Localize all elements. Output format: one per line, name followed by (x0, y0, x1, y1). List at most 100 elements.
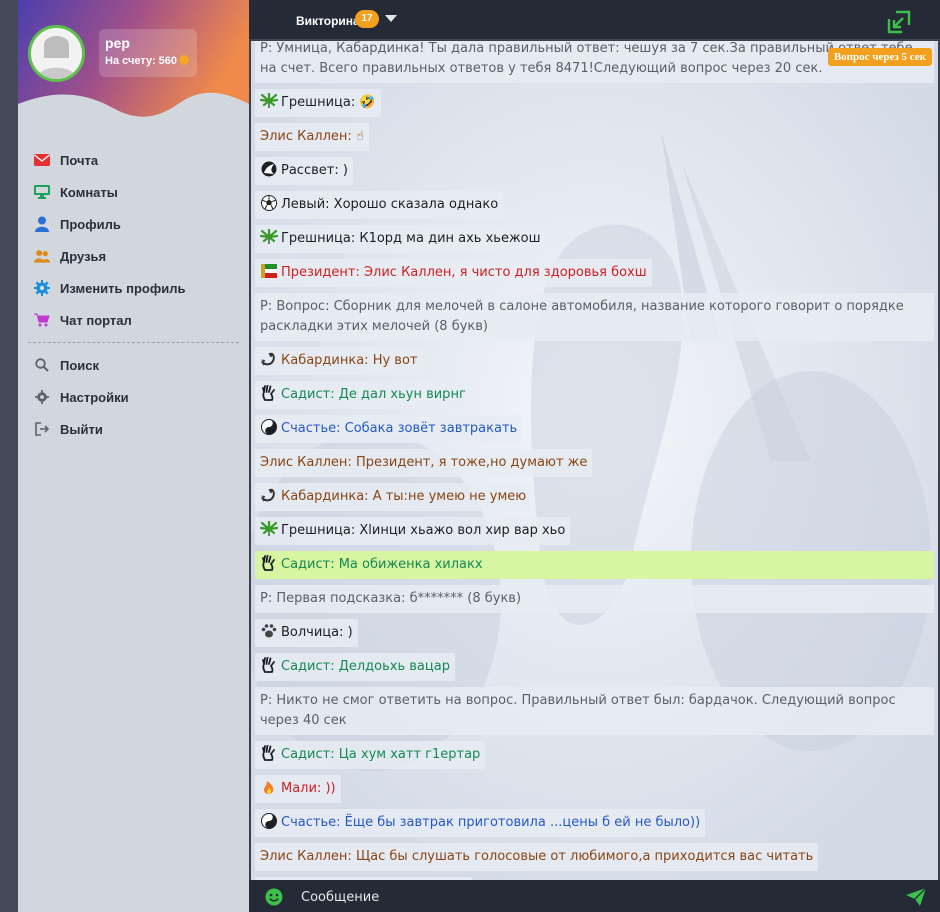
leaf-icon (259, 91, 279, 109)
message-text: Левый: Хорошо сказала однако (281, 197, 499, 212)
menu-item-logout[interactable]: Выйти (18, 413, 249, 445)
sidebar: рер На счету: 560 Почта Комнаты Профиль … (18, 0, 249, 912)
message-text: Р: Умница, Кабардинка! Ты дала правильны… (260, 41, 913, 76)
chat-message[interactable]: Мали: )) (255, 775, 341, 803)
message-text: Садист: Ма обиженка хилакх (281, 557, 483, 572)
message-input-bar (249, 880, 940, 912)
logout-icon (34, 421, 50, 437)
message-list: Р: Умница, Кабардинка! Ты дала правильны… (251, 41, 938, 880)
menu-item-profile[interactable]: Профиль (18, 208, 249, 240)
message-text: Р: Никто не смог ответить на вопрос. Пра… (260, 693, 896, 728)
menu-item-settings[interactable]: Настройки (18, 381, 249, 413)
chat-message[interactable]: Счастье: Собака зовёт завтракать (255, 415, 523, 443)
chat-message[interactable]: Садист: Ма обиженка хилакх (255, 551, 934, 579)
chat-topbar: Викторина 17 (249, 0, 940, 40)
menu-label: Настройки (60, 389, 129, 405)
message-text: Элис Каллен: Президент, я тоже,но думают… (260, 455, 588, 470)
chat-message[interactable]: Элис Каллен: Щас бы слушать голосовые от… (255, 843, 819, 871)
yin-yang-icon (260, 813, 278, 829)
search-icon (34, 357, 50, 373)
chat-message[interactable]: Садист: Ца хум хатт г1ертар (255, 741, 486, 769)
system-message[interactable]: Р: Никто не смог ответить на вопрос. Пра… (255, 687, 934, 735)
mail-icon (34, 152, 50, 168)
avatar[interactable] (28, 25, 85, 82)
message-text: Счастье: Собака зовёт завтракать (281, 421, 518, 436)
chat-message[interactable]: Элис Каллен: Президент, я тоже,но думают… (255, 449, 593, 477)
chat-message[interactable]: Президент: Элис Каллен, я чисто для здор… (255, 259, 652, 287)
sidebar-profile-header: рер На счету: 560 (18, 0, 249, 122)
chat-message[interactable]: Грешница: 🤣 (255, 89, 381, 117)
avatar-placeholder-icon (37, 36, 76, 79)
flag-icon (260, 263, 278, 279)
exit-room-icon (887, 10, 911, 34)
user-name: рер (105, 35, 130, 51)
menu-label: Комнаты (60, 184, 118, 200)
chat-message[interactable]: Кабардинка: Ну вот (255, 347, 423, 375)
menu-label: Чат портал (60, 312, 132, 328)
next-question-timer-badge: Вопрос через 5 сек (827, 48, 932, 66)
chat-message[interactable]: Волчица: ) (255, 619, 358, 647)
message-text: Президент: Элис Каллен, я чисто для здор… (281, 265, 647, 280)
chat-message[interactable]: Грешница: Хlинци хьажо вол хир вар хьо (255, 517, 571, 545)
settings-icon (34, 389, 50, 405)
system-message[interactable]: Р: Вопрос: Сборник для мелочей в салоне … (255, 293, 934, 341)
message-text: Элис Каллен: ☝ (260, 129, 364, 144)
message-text: Волчица: ) (281, 625, 353, 640)
message-input[interactable] (301, 885, 881, 909)
leaf-icon (259, 519, 279, 537)
chat-messages-area[interactable]: Вопрос через 5 сек Р: Умница, Кабардинка… (251, 41, 938, 880)
cart-icon (34, 312, 50, 328)
menu-item-mail[interactable]: Почта (18, 144, 249, 176)
system-message[interactable]: Р: Первая подсказка: б******* (8 букв) (255, 585, 934, 613)
exit-room-button[interactable] (887, 10, 911, 34)
message-text: Кабардинка: Ну вот (281, 353, 418, 368)
message-text: Грешница: К1орд ма дин ахь хьежош (281, 231, 541, 246)
emoji-button[interactable] (265, 888, 283, 906)
main-menu: Почта Комнаты Профиль Друзья Изменить пр… (18, 122, 249, 445)
coin-icon (179, 55, 190, 65)
chevron-down-icon[interactable] (385, 15, 397, 22)
soccer-ball-icon (260, 195, 278, 211)
room-title[interactable]: Викторина (296, 14, 360, 28)
chat-message[interactable]: Грешница: К1орд ма дин ахь хьежош (255, 225, 546, 253)
paw-icon (260, 623, 278, 639)
smile-icon (265, 888, 283, 906)
message-text: Садист: Ца хум хатт г1ертар (281, 747, 481, 762)
chat-message[interactable]: Грешница: И оли ген дол и (255, 877, 473, 880)
message-text: Грешница: Хlинци хьажо вол хир вар хьо (281, 523, 566, 538)
fire-icon (260, 779, 278, 795)
send-button[interactable] (905, 887, 927, 907)
hand-icon (260, 744, 278, 761)
chat-message[interactable]: Левый: Хорошо сказала однако (255, 191, 504, 219)
users-icon (34, 248, 50, 264)
chat-message[interactable]: Счастье: Ёще бы завтрак приготовила ...ц… (255, 809, 706, 837)
chat-message[interactable]: Садист: Де дал хьун вирнг (255, 381, 471, 409)
menu-divider (28, 342, 239, 343)
message-text: Элис Каллен: Щас бы слушать голосовые от… (260, 849, 814, 864)
menu-item-friends[interactable]: Друзья (18, 240, 249, 272)
balance-label: На счету: 560 (105, 55, 178, 67)
menu-item-rooms[interactable]: Комнаты (18, 176, 249, 208)
chat-message[interactable]: Рассвет: ) (255, 157, 353, 185)
chat-message[interactable]: Кабардинка: А ты:не умею не умею (255, 483, 532, 511)
menu-item-edit-profile[interactable]: Изменить профиль (18, 272, 249, 304)
chat-message[interactable]: Садист: Делдоьхь вацар (255, 653, 455, 681)
message-text: Рассвет: ) (281, 163, 348, 178)
menu-item-search[interactable]: Поиск (18, 349, 249, 381)
menu-item-chat-portal[interactable]: Чат портал (18, 304, 249, 336)
hand-icon (260, 384, 278, 401)
menu-label: Изменить профиль (60, 280, 186, 296)
message-text: Счастье: Ёще бы завтрак приготовила ...ц… (281, 815, 701, 830)
room-user-count-badge: 17 (355, 10, 379, 28)
user-card[interactable]: рер На счету: 560 (99, 29, 197, 77)
scorpion-icon (260, 351, 278, 367)
monitor-icon (34, 184, 50, 200)
menu-label: Друзья (60, 248, 107, 264)
menu-label: Почта (60, 152, 99, 168)
message-text: Р: Вопрос: Сборник для мелочей в салоне … (260, 299, 904, 334)
hand-icon (260, 554, 278, 571)
message-text: Садист: Делдоьхь вацар (281, 659, 450, 674)
gear-icon (34, 280, 50, 296)
menu-label: Выйти (60, 421, 103, 437)
chat-message[interactable]: Элис Каллен: ☝ (255, 123, 369, 151)
